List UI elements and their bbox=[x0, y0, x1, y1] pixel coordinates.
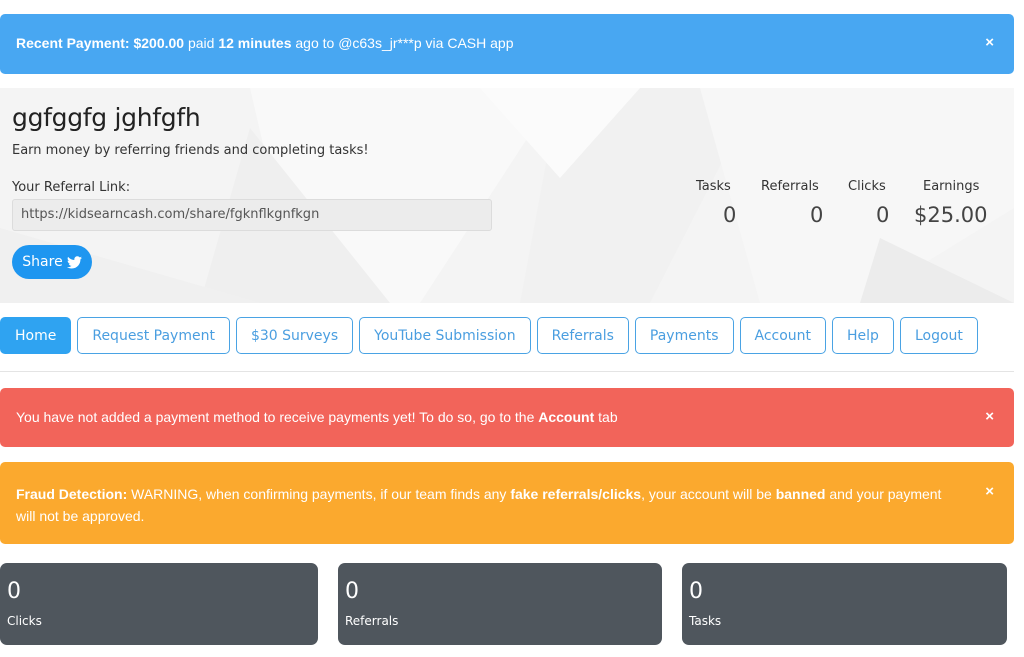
recent-payment-time: 12 minutes bbox=[218, 35, 292, 51]
recent-payment-amount: $200.00 bbox=[133, 35, 185, 51]
fraud-text-1: WARNING, when confirming payments, if ou… bbox=[131, 486, 507, 502]
user-name: ggfggfg jghfgfh bbox=[12, 103, 201, 132]
nav-account[interactable]: Account bbox=[739, 317, 827, 354]
nav-logout[interactable]: Logout bbox=[899, 317, 978, 354]
recent-payment-message: Recent Payment: $200.00 paid 12 minutes … bbox=[16, 35, 513, 51]
tasks-card: 0 Tasks bbox=[682, 563, 1007, 645]
fraud-alert: Fraud Detection: WARNING, when confirmin… bbox=[0, 462, 1014, 544]
fraud-text-2: , your account will be bbox=[641, 486, 772, 502]
tasks-card-label: Tasks bbox=[689, 614, 722, 628]
payment-method-alert: You have not added a payment method to r… bbox=[0, 388, 1014, 447]
clicks-card-label: Clicks bbox=[7, 614, 42, 628]
clicks-label: Clicks bbox=[848, 179, 886, 194]
tasks-value: 0 bbox=[723, 203, 737, 227]
nav-referrals[interactable]: Referrals bbox=[536, 317, 629, 354]
earnings-label: Earnings bbox=[923, 179, 980, 194]
referrals-label: Referrals bbox=[761, 179, 819, 194]
main-nav: Home Request Payment $30 Surveys YouTube… bbox=[0, 317, 978, 354]
referrals-card: 0 Referrals bbox=[338, 563, 662, 645]
referrals-value: 0 bbox=[810, 203, 824, 227]
recent-payment-alert: Recent Payment: $200.00 paid 12 minutes … bbox=[0, 14, 1014, 74]
referral-link-label: Your Referral Link: bbox=[12, 180, 131, 195]
fraud-message: Fraud Detection: WARNING, when confirmin… bbox=[16, 483, 946, 527]
share-button[interactable]: Share bbox=[12, 245, 92, 279]
twitter-icon bbox=[66, 255, 82, 268]
clicks-card: 0 Clicks bbox=[0, 563, 318, 645]
recent-payment-text: paid bbox=[187, 35, 215, 51]
recent-payment-recipient: ago to @c63s_jr***p via CASH app bbox=[295, 35, 514, 51]
referrals-card-label: Referrals bbox=[345, 614, 399, 628]
tagline: Earn money by referring friends and comp… bbox=[12, 143, 369, 158]
tasks-card-value: 0 bbox=[689, 579, 703, 604]
clicks-card-value: 0 bbox=[7, 579, 21, 604]
payment-alert-account: Account bbox=[538, 409, 595, 425]
fraud-bold-1: fake referrals/clicks bbox=[510, 486, 642, 502]
nav-help[interactable]: Help bbox=[832, 317, 894, 354]
nav-surveys[interactable]: $30 Surveys bbox=[235, 317, 354, 354]
divider bbox=[0, 371, 1014, 372]
payment-alert-tail: tab bbox=[598, 409, 618, 425]
payment-alert-text: You have not added a payment method to r… bbox=[16, 409, 535, 425]
close-icon[interactable]: × bbox=[985, 483, 994, 500]
fraud-label: Fraud Detection: bbox=[16, 486, 128, 502]
referral-link-input[interactable]: https://kidsearncash.com/share/fgknflkgn… bbox=[12, 199, 492, 231]
nav-youtube-submission[interactable]: YouTube Submission bbox=[359, 317, 531, 354]
close-icon[interactable]: × bbox=[985, 34, 994, 51]
payment-method-message: You have not added a payment method to r… bbox=[16, 409, 618, 425]
fraud-bold-2: banned bbox=[775, 486, 826, 502]
recent-payment-label: Recent Payment: bbox=[16, 35, 130, 51]
profile-jumbotron: ggfggfg jghfgfh Earn money by referring … bbox=[0, 88, 1014, 303]
referrals-card-value: 0 bbox=[345, 579, 359, 604]
share-label: Share bbox=[22, 254, 63, 270]
nav-request-payment[interactable]: Request Payment bbox=[77, 317, 230, 354]
clicks-value: 0 bbox=[876, 203, 890, 227]
nav-payments[interactable]: Payments bbox=[634, 317, 734, 354]
earnings-value: $25.00 bbox=[914, 203, 988, 227]
close-icon[interactable]: × bbox=[985, 408, 994, 425]
tasks-label: Tasks bbox=[696, 179, 731, 194]
nav-home[interactable]: Home bbox=[0, 317, 72, 354]
